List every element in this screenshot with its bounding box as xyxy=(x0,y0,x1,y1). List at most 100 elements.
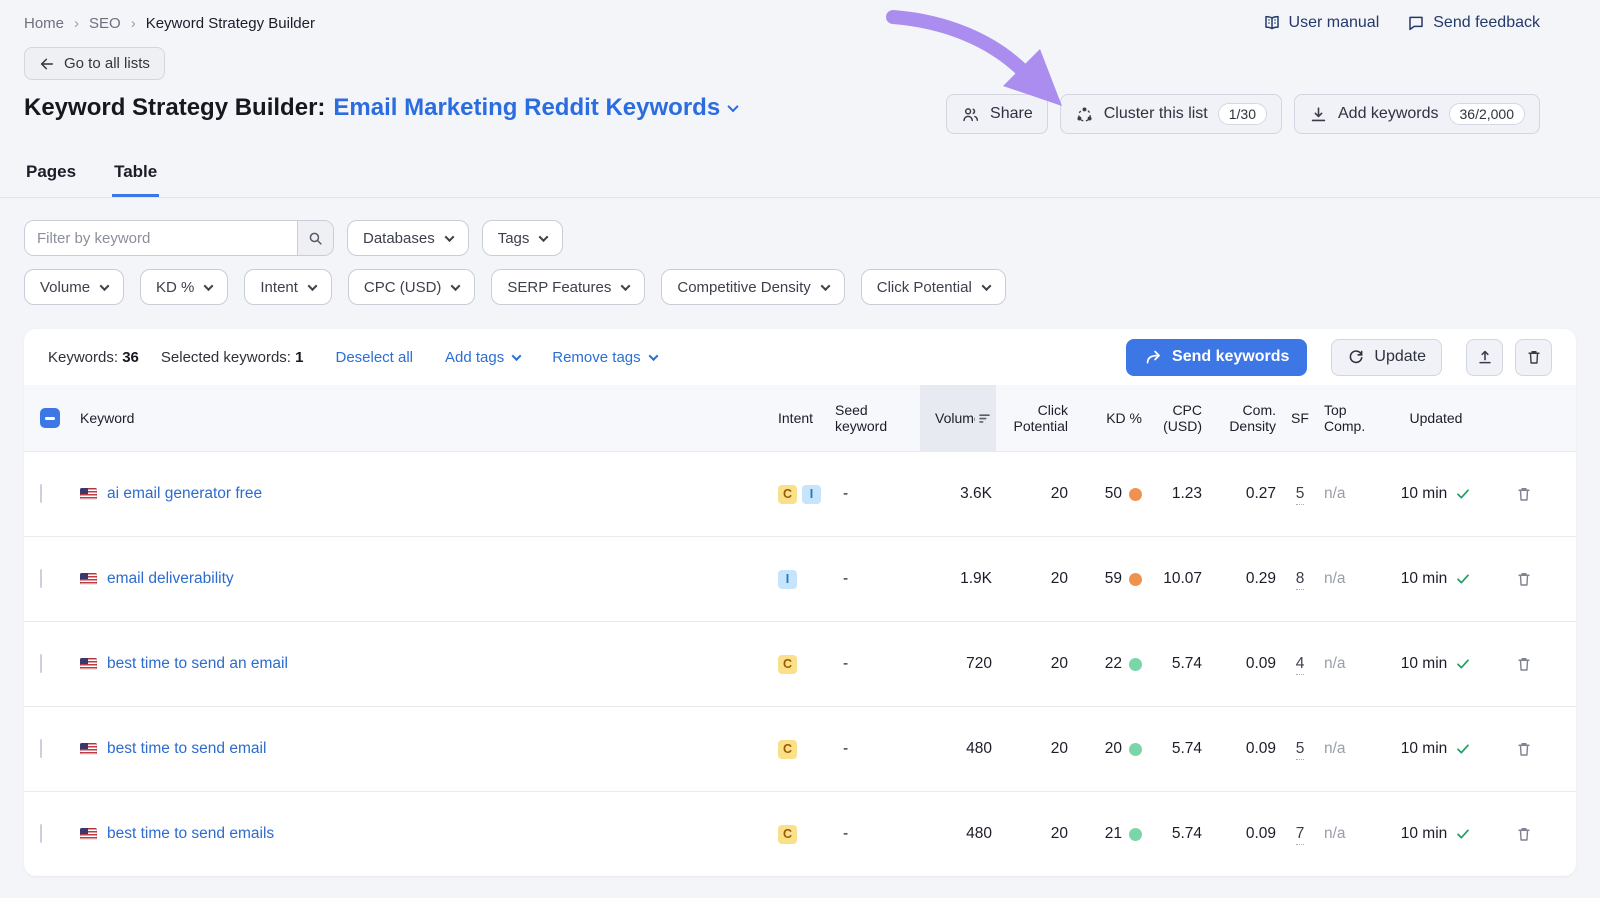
share-button[interactable]: Share xyxy=(946,94,1048,134)
breadcrumb-home[interactable]: Home xyxy=(24,15,64,32)
updated-value: 10 min xyxy=(1401,740,1448,758)
arrow-left-icon xyxy=(39,56,55,72)
breadcrumb-seo[interactable]: SEO xyxy=(89,15,121,32)
databases-filter[interactable]: Databases xyxy=(347,220,469,256)
trash-icon xyxy=(1515,570,1533,588)
intent-filter[interactable]: Intent xyxy=(244,269,332,305)
table-row: best time to send emails C - 480 20 21 5… xyxy=(24,791,1576,876)
update-button[interactable]: Update xyxy=(1331,339,1442,376)
volume-value: 720 xyxy=(920,655,996,673)
update-label: Update xyxy=(1374,348,1426,366)
column-header-updated[interactable]: Updated xyxy=(1384,385,1488,451)
keyword-link[interactable]: ai email generator free xyxy=(107,485,262,503)
sf-value[interactable]: 5 xyxy=(1296,485,1305,505)
volume-value: 3.6K xyxy=(920,485,996,503)
search-icon xyxy=(307,230,324,247)
column-header-cpc[interactable]: CPC (USD) xyxy=(1142,385,1202,451)
chevron-down-icon xyxy=(444,232,454,242)
column-header-intent[interactable]: Intent xyxy=(778,385,835,451)
sf-value[interactable]: 4 xyxy=(1296,655,1305,675)
toolbar-actions: Send keywords Update xyxy=(1126,339,1552,376)
go-to-all-lists-button[interactable]: Go to all lists xyxy=(24,47,165,80)
trash-icon xyxy=(1515,655,1533,673)
cluster-this-list-button[interactable]: Cluster this list 1/30 xyxy=(1060,94,1282,134)
seed-keyword-value: - xyxy=(835,740,920,758)
list-actions: Share Cluster this list 1/30 Add keyword… xyxy=(946,94,1540,134)
click-potential-value: 20 xyxy=(996,740,1068,758)
delete-selected-button[interactable] xyxy=(1515,339,1552,376)
kd-difficulty-dot xyxy=(1129,658,1142,671)
delete-row-button[interactable] xyxy=(1515,740,1533,758)
row-checkbox[interactable] xyxy=(40,484,42,503)
add-keywords-button[interactable]: Add keywords 36/2,000 xyxy=(1294,94,1540,134)
row-checkbox[interactable] xyxy=(40,654,42,673)
kd-filter[interactable]: KD % xyxy=(140,269,228,305)
tags-filter[interactable]: Tags xyxy=(482,220,564,256)
remove-tags-dropdown[interactable]: Remove tags xyxy=(552,349,656,366)
top-comp-value: n/a xyxy=(1324,740,1384,758)
intent-badges: C xyxy=(778,825,835,844)
sf-value[interactable]: 7 xyxy=(1296,825,1305,845)
com-density-value: 0.09 xyxy=(1202,655,1276,673)
send-keywords-button[interactable]: Send keywords xyxy=(1126,339,1307,376)
delete-row-button[interactable] xyxy=(1515,825,1533,843)
select-all-checkbox[interactable] xyxy=(40,408,60,428)
keyword-link[interactable]: email deliverability xyxy=(107,570,234,588)
keyword-filter-input[interactable] xyxy=(25,221,297,255)
intent-badge-c: C xyxy=(778,825,797,844)
intent-badge-c: C xyxy=(778,655,797,674)
competitive-density-filter[interactable]: Competitive Density xyxy=(661,269,844,305)
cpc-value: 1.23 xyxy=(1142,485,1202,503)
cpc-value: 5.74 xyxy=(1142,740,1202,758)
delete-row-button[interactable] xyxy=(1515,570,1533,588)
row-checkbox[interactable] xyxy=(40,739,42,758)
row-checkbox[interactable] xyxy=(40,824,42,843)
chevron-down-icon xyxy=(728,101,739,112)
search-button[interactable] xyxy=(297,221,333,255)
delete-row-button[interactable] xyxy=(1515,655,1533,673)
delete-row-button[interactable] xyxy=(1515,485,1533,503)
cpc-filter[interactable]: CPC (USD) xyxy=(348,269,476,305)
sf-value[interactable]: 5 xyxy=(1296,740,1305,760)
deselect-all-link[interactable]: Deselect all xyxy=(335,349,413,366)
export-button[interactable] xyxy=(1466,339,1503,376)
add-keywords-count-badge: 36/2,000 xyxy=(1449,103,1526,125)
column-header-volume-sorted[interactable]: Volume xyxy=(920,385,996,451)
keyword-link[interactable]: best time to send emails xyxy=(107,825,274,843)
volume-filter[interactable]: Volume xyxy=(24,269,124,305)
column-header-com-density[interactable]: Com. Density xyxy=(1202,385,1276,451)
keyword-link[interactable]: best time to send an email xyxy=(107,655,288,673)
column-header-top-comp[interactable]: Top Comp. xyxy=(1324,385,1384,451)
column-header-kd[interactable]: KD % xyxy=(1068,385,1142,451)
column-header-click-potential[interactable]: Click Potential xyxy=(996,385,1068,451)
column-header-keyword[interactable]: Keyword xyxy=(80,385,778,451)
serp-features-filter[interactable]: SERP Features xyxy=(491,269,645,305)
column-header-seed-keyword[interactable]: Seed keyword xyxy=(835,385,920,451)
sf-value[interactable]: 8 xyxy=(1296,570,1305,590)
user-manual-link[interactable]: User manual xyxy=(1263,14,1380,32)
send-feedback-link[interactable]: Send feedback xyxy=(1407,14,1540,32)
add-tags-dropdown[interactable]: Add tags xyxy=(445,349,520,366)
updated-value: 10 min xyxy=(1401,570,1448,588)
intent-badge-c: C xyxy=(778,740,797,759)
click-potential-filter[interactable]: Click Potential xyxy=(861,269,1006,305)
seed-keyword-value: - xyxy=(835,570,920,588)
filter-row-primary: Databases Tags xyxy=(24,220,1576,256)
column-header-sf[interactable]: SF xyxy=(1276,385,1324,451)
list-name-dropdown[interactable]: Email Marketing Reddit Keywords xyxy=(333,94,737,122)
kd-value: 21 xyxy=(1105,825,1122,843)
intent-badges: I xyxy=(778,570,835,589)
tab-table[interactable]: Table xyxy=(112,156,159,197)
tab-pages[interactable]: Pages xyxy=(24,156,78,197)
share-users-icon xyxy=(961,105,980,124)
us-flag-icon xyxy=(80,658,97,670)
com-density-value: 0.09 xyxy=(1202,740,1276,758)
row-checkbox[interactable] xyxy=(40,569,42,588)
us-flag-icon xyxy=(80,828,97,840)
volume-value: 1.9K xyxy=(920,570,996,588)
send-arrow-icon xyxy=(1144,348,1163,367)
top-comp-value: n/a xyxy=(1324,825,1384,843)
com-density-value: 0.29 xyxy=(1202,570,1276,588)
keyword-link[interactable]: best time to send email xyxy=(107,740,266,758)
kd-value: 22 xyxy=(1105,655,1122,673)
